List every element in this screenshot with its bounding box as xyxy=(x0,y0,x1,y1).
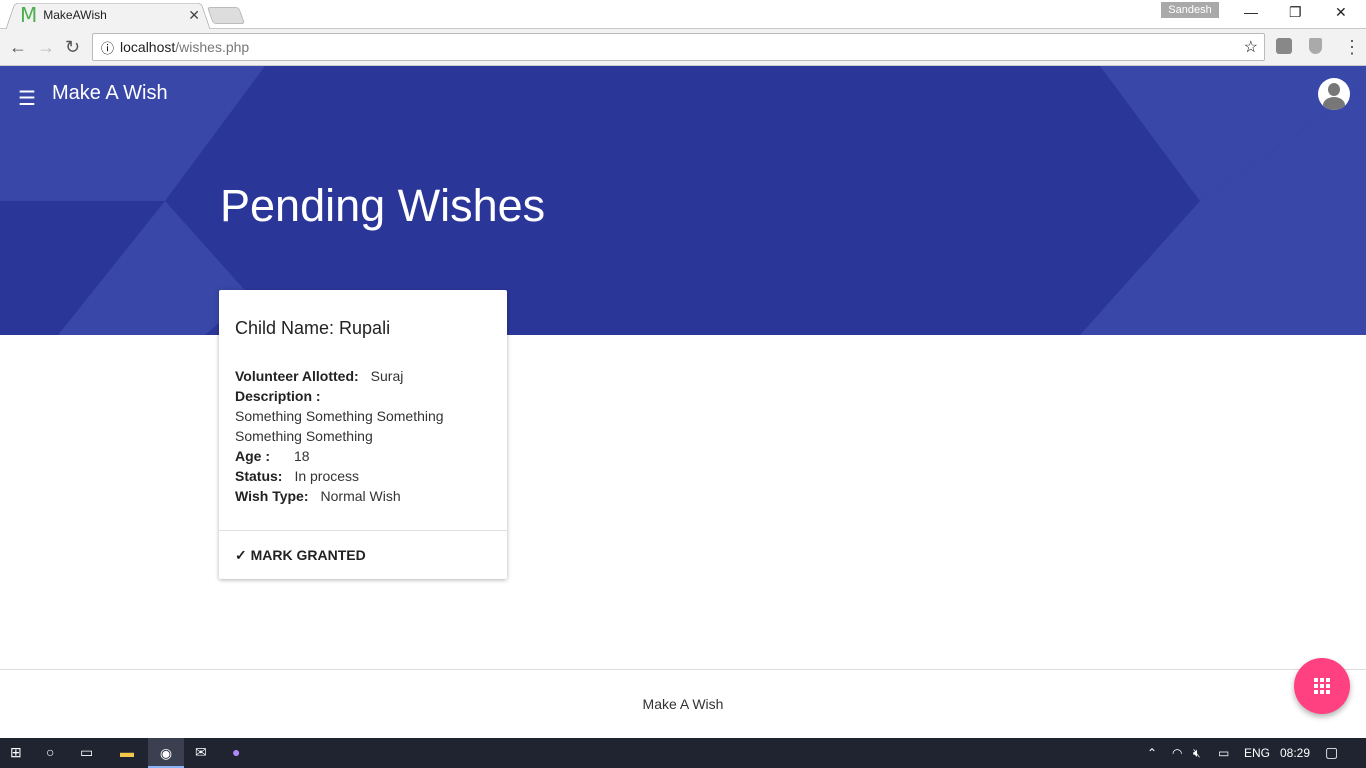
mail-icon[interactable]: ✉ xyxy=(195,744,207,761)
menu-dots-icon[interactable]: ⋮ xyxy=(1343,37,1361,58)
field-value: In process xyxy=(294,468,360,484)
bookmark-star-icon[interactable]: ☆ xyxy=(1244,37,1258,57)
forward-icon[interactable]: → xyxy=(37,37,55,58)
browser-tab-bar: M MakeAWish ✕ Sandesh — ❐ ✕ xyxy=(0,0,1366,31)
brand-title[interactable]: Make A Wish xyxy=(52,82,168,105)
field-label: Age : xyxy=(235,448,270,464)
field-value: 18 xyxy=(294,448,310,464)
field-value: Normal Wish xyxy=(320,488,401,504)
close-window-icon[interactable]: ✕ xyxy=(1335,4,1347,21)
search-icon[interactable]: ○ xyxy=(46,744,54,760)
field-label: Status: xyxy=(235,468,283,484)
address-bar[interactable]: ⓘ localhost/wishes.php ☆ xyxy=(92,33,1265,61)
card-title: Child Name: Rupali xyxy=(235,318,391,338)
field-label: Description : xyxy=(235,388,321,404)
taskbar: ⊞ ○ ▭ ▬ ◉ ✉ ● ⌃ ◠ 🔇︎ ▭ ENG 08:29 ▢ xyxy=(0,738,1366,768)
chrome-taskbar-icon[interactable]: ◉ xyxy=(148,738,184,768)
header-banner: ☰ Make A Wish Pending Wishes xyxy=(0,66,1366,335)
tab-title: MakeAWish xyxy=(43,8,107,22)
browser-tab-content[interactable]: M MakeAWish ✕ xyxy=(20,3,200,27)
notifications-icon[interactable]: ▢ xyxy=(1325,744,1338,761)
avatar[interactable] xyxy=(1318,78,1350,110)
menu-icon[interactable]: ☰ xyxy=(18,86,36,111)
field-label: Wish Type: xyxy=(235,488,309,504)
action-label: MARK GRANTED xyxy=(250,547,366,563)
favicon-icon: M xyxy=(20,3,38,27)
restore-icon[interactable]: ❐ xyxy=(1289,4,1302,21)
new-tab-button[interactable] xyxy=(206,7,246,24)
wish-card: Child Name: Rupali Volunteer Allotted: Su… xyxy=(219,290,507,579)
browser-toolbar: ← → ↻ ⓘ localhost/wishes.php ☆ ⋮ xyxy=(0,29,1366,66)
file-explorer-icon[interactable]: ▬ xyxy=(120,744,134,760)
field-label: Volunteer Allotted: xyxy=(235,368,359,384)
show-hidden-icons[interactable]: ⌃ xyxy=(1147,746,1157,760)
wish-details: Volunteer Allotted: Suraj Description : S… xyxy=(235,366,455,506)
banner-background xyxy=(0,66,1366,335)
battery-icon[interactable]: ▭ xyxy=(1218,746,1229,760)
info-icon[interactable]: ⓘ xyxy=(101,38,114,57)
url-host: localhost xyxy=(120,39,176,55)
profile-name[interactable]: Sandesh xyxy=(1161,2,1219,18)
language-indicator[interactable]: ENG xyxy=(1244,746,1270,760)
shield-extension-icon[interactable] xyxy=(1309,38,1322,54)
footer: Make A Wish xyxy=(0,669,1366,738)
wifi-icon[interactable]: ◠ xyxy=(1172,746,1182,760)
windows-start-icon[interactable]: ⊞ xyxy=(10,744,22,761)
minimize-icon[interactable]: — xyxy=(1244,4,1258,20)
mark-granted-button[interactable]: ✓ MARK GRANTED xyxy=(219,530,507,579)
clock[interactable]: 08:29 xyxy=(1280,746,1310,760)
url-path: /wishes.php xyxy=(175,39,250,55)
back-icon[interactable]: ← xyxy=(9,37,27,58)
app-taskbar-icon[interactable]: ● xyxy=(232,744,240,760)
task-view-icon[interactable]: ▭ xyxy=(80,744,93,761)
reload-icon[interactable]: ↻ xyxy=(65,37,80,58)
extension-icon[interactable] xyxy=(1276,38,1292,54)
volume-muted-icon[interactable]: 🔇︎ xyxy=(1193,746,1201,761)
page-title: Pending Wishes xyxy=(220,180,546,231)
field-value: Something Something Something Something … xyxy=(235,408,444,444)
check-icon: ✓ xyxy=(235,547,247,563)
apps-fab-button[interactable] xyxy=(1294,658,1350,714)
close-tab-icon[interactable]: ✕ xyxy=(188,7,200,24)
footer-text: Make A Wish xyxy=(642,696,724,712)
field-value: Suraj xyxy=(370,368,404,384)
